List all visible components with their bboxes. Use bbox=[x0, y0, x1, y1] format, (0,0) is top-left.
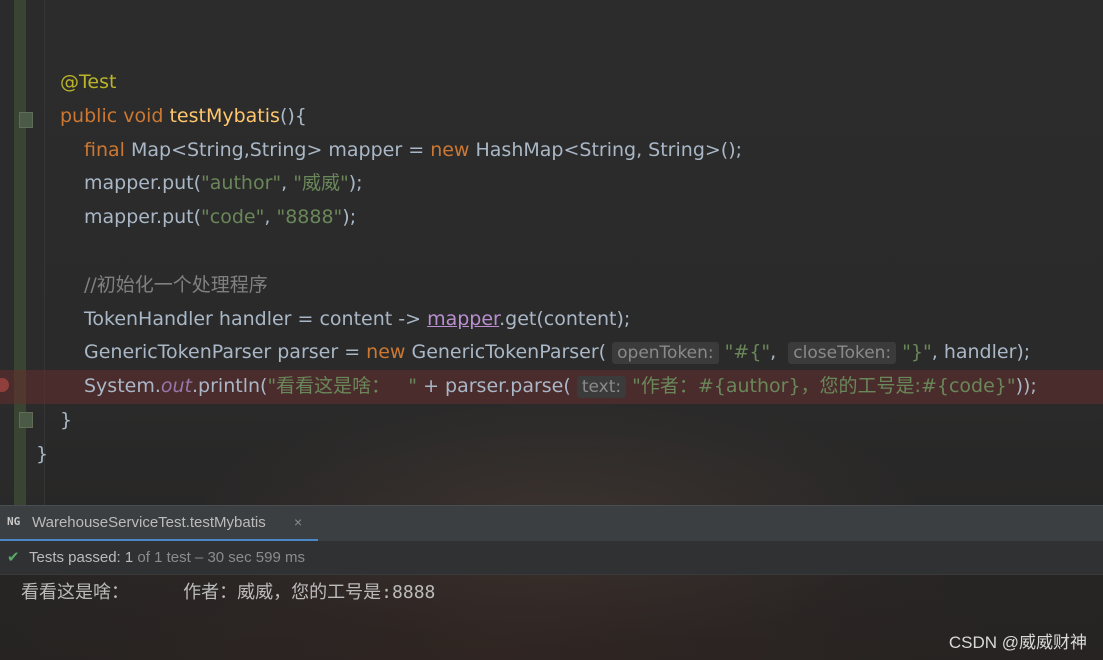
code-token: GenericTokenParser parser = bbox=[84, 341, 367, 364]
code-token: "author" bbox=[201, 172, 282, 195]
code-token: "8888" bbox=[276, 206, 343, 229]
code-token: } bbox=[36, 442, 49, 465]
close-icon[interactable]: × bbox=[294, 506, 302, 539]
run-tab-title: WarehouseServiceTest.testMybatis bbox=[32, 514, 266, 531]
code-token: mapper bbox=[427, 307, 500, 330]
code-line[interactable]: @Test bbox=[0, 66, 1103, 100]
code-line[interactable]: public void testMybatis(){ bbox=[0, 100, 1103, 134]
code-line[interactable]: final Map<String,String> mapper = new Ha… bbox=[0, 134, 1103, 168]
code-editor[interactable]: @Test public void testMybatis(){final Map… bbox=[0, 66, 1103, 472]
code-token: )); bbox=[1015, 375, 1037, 398]
code-token: ); bbox=[348, 172, 363, 195]
status-detail: of 1 test – 30 sec 599 ms bbox=[133, 549, 305, 566]
code-token: , handler); bbox=[931, 341, 1031, 364]
code-token: .println( bbox=[192, 375, 268, 398]
code-token: HashMap<String, String>(); bbox=[475, 138, 743, 161]
code-line-content: @Test bbox=[60, 66, 116, 100]
test-status-bar: ✔ Tests passed: 1 of 1 test – 30 sec 599… bbox=[0, 541, 1103, 575]
code-line-content: TokenHandler handler = content -> mapper… bbox=[84, 303, 630, 337]
test-status-text: Tests passed: 1 of 1 test – 30 sec 599 m… bbox=[29, 541, 305, 574]
code-token: "作者：#{author}，您的工号是:#{code}" bbox=[632, 375, 1016, 398]
check-icon: ✔ bbox=[7, 549, 20, 566]
code-token: ); bbox=[342, 206, 357, 229]
code-line-content: } bbox=[60, 404, 72, 438]
code-token: mapper.put( bbox=[84, 172, 202, 195]
code-token: mapper.put( bbox=[84, 206, 202, 229]
code-token: out bbox=[160, 375, 193, 398]
status-count: 1 bbox=[124, 549, 134, 566]
code-token: System. bbox=[84, 375, 161, 398]
code-line[interactable]: TokenHandler handler = content -> mapper… bbox=[0, 303, 1103, 337]
code-token: (){ bbox=[279, 104, 307, 127]
code-token: "}" bbox=[902, 341, 932, 364]
status-label: Tests passed: bbox=[29, 549, 125, 566]
parameter-hint: openToken: bbox=[612, 342, 719, 365]
code-line-content: mapper.put("code", "8888"); bbox=[84, 201, 356, 235]
code-line-content: //初始化一个处理程序 bbox=[84, 269, 268, 303]
watermark: CSDN @威威财神 bbox=[948, 633, 1087, 652]
code-line[interactable]: } bbox=[0, 404, 1103, 438]
code-line[interactable]: //初始化一个处理程序 bbox=[0, 269, 1103, 303]
code-line[interactable]: GenericTokenParser parser = new GenericT… bbox=[0, 336, 1103, 370]
code-token: GenericTokenParser( bbox=[411, 341, 613, 364]
code-token: , bbox=[281, 172, 294, 195]
parameter-hint: text: bbox=[576, 376, 627, 399]
code-line-content: } bbox=[36, 438, 48, 472]
code-token: @Test bbox=[60, 71, 117, 93]
code-token: "看看这是啥： " bbox=[267, 375, 418, 398]
code-token: new bbox=[430, 138, 476, 161]
console-output[interactable]: 看看这是啥： 作者：威威，您的工号是:8888 bbox=[21, 578, 435, 604]
code-token: } bbox=[60, 408, 73, 431]
code-token: "#{" bbox=[724, 341, 771, 364]
code-token: final bbox=[84, 138, 131, 161]
testng-icon: NG bbox=[7, 515, 21, 528]
code-token: public void bbox=[60, 104, 170, 127]
code-token: Map<String,String> mapper = bbox=[130, 138, 431, 161]
code-line-content: System.out.println("看看这是啥： " + parser.pa… bbox=[84, 370, 1037, 404]
code-token: new bbox=[366, 341, 412, 364]
code-line[interactable]: mapper.put("author", "威威"); bbox=[0, 167, 1103, 201]
code-token: TokenHandler handler = content -> bbox=[84, 307, 428, 330]
code-token: , bbox=[770, 341, 789, 364]
code-token: "威威" bbox=[293, 172, 349, 195]
parameter-hint: closeToken: bbox=[788, 342, 897, 365]
code-token: //初始化一个处理程序 bbox=[84, 273, 268, 296]
code-line[interactable]: System.out.println("看看这是啥： " + parser.pa… bbox=[0, 370, 1103, 404]
code-line[interactable] bbox=[0, 235, 1103, 269]
code-line[interactable]: mapper.put("code", "8888"); bbox=[0, 201, 1103, 235]
code-token: , bbox=[264, 206, 277, 229]
code-token: + parser.parse( bbox=[417, 375, 577, 398]
code-line-content: final Map<String,String> mapper = new Ha… bbox=[84, 134, 742, 168]
code-line[interactable]: } bbox=[0, 438, 1103, 472]
run-tool-window-tabs: NG WarehouseServiceTest.testMybatis × bbox=[0, 505, 1103, 542]
code-line-content: mapper.put("author", "威威"); bbox=[84, 167, 363, 201]
code-token: "code" bbox=[201, 206, 265, 229]
code-token: testMybatis bbox=[169, 104, 280, 127]
run-tab[interactable]: NG WarehouseServiceTest.testMybatis × bbox=[0, 506, 318, 542]
code-line-content: public void testMybatis(){ bbox=[60, 100, 307, 134]
code-line-content: GenericTokenParser parser = new GenericT… bbox=[84, 336, 1030, 370]
code-token: .get(content); bbox=[499, 307, 631, 330]
